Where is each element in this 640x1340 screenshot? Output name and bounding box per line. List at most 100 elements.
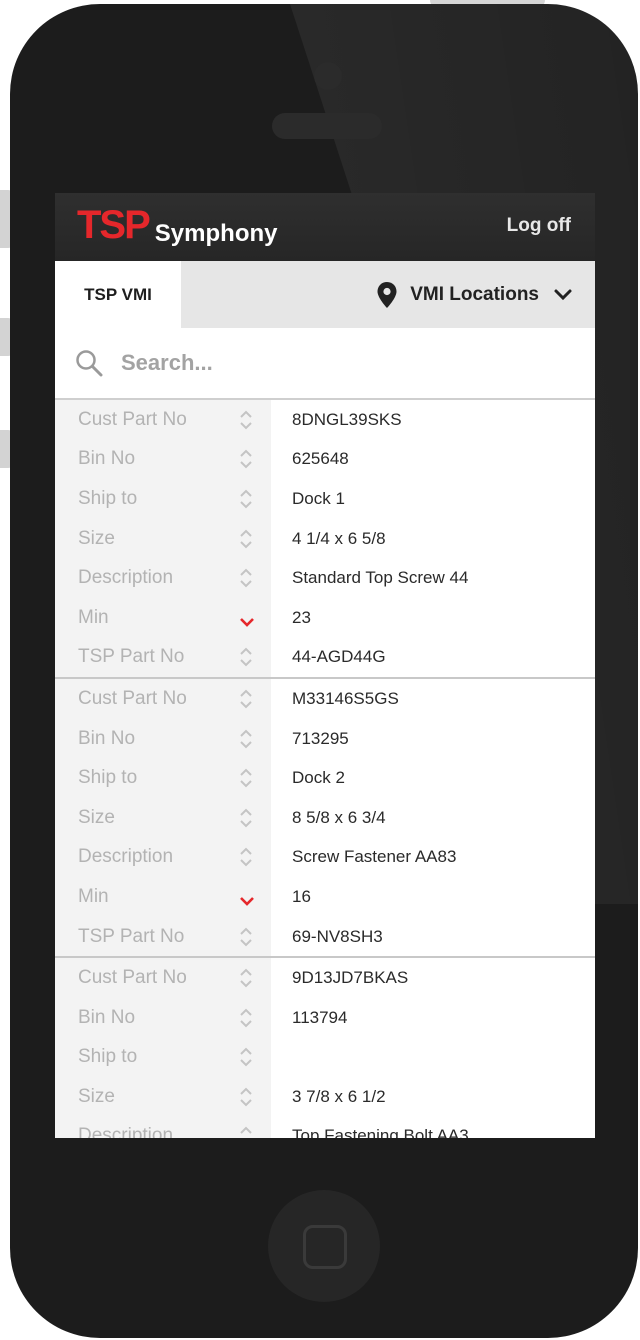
field-label-cell: Ship to	[55, 758, 271, 798]
earpiece-speaker	[272, 113, 382, 139]
field-value: 23	[292, 607, 311, 627]
field-value: 69-NV8SH3	[292, 926, 383, 946]
field-value: Dock 2	[292, 768, 345, 788]
field-label-cell: Cust Part No	[55, 400, 271, 440]
sort-icon[interactable]	[239, 567, 253, 589]
field-label-cell: Size	[55, 518, 271, 559]
field-label-cell: Description	[55, 558, 271, 598]
search-input[interactable]	[119, 349, 523, 377]
field-label-cell: TSP Part No	[55, 637, 271, 678]
tsp-symphony-logo: TSP Symphony	[77, 205, 277, 247]
field-row-description: Description Top Fastening Bolt AA3	[55, 1116, 595, 1138]
logo-symphony: Symphony	[154, 220, 278, 247]
field-row-tsp-part-no: TSP Part No 44-AGD44G	[55, 637, 595, 678]
app-header: TSP Symphony Log off	[55, 193, 595, 261]
sort-icon[interactable]	[239, 488, 253, 510]
field-label-cell: Ship to	[55, 479, 271, 519]
field-value: Dock 1	[292, 488, 345, 508]
field-label: Size	[78, 1085, 115, 1107]
sort-icon[interactable]	[239, 1007, 253, 1029]
field-value: 625648	[292, 449, 349, 469]
chevron-down-icon	[554, 289, 572, 300]
home-button	[268, 1190, 380, 1302]
field-row-cust-part-no: Cust Part No 9D13JD7BKAS	[55, 958, 595, 998]
field-label-cell: Cust Part No	[55, 679, 271, 719]
sort-icon[interactable]	[239, 646, 253, 668]
field-row-cust-part-no: Cust Part No 8DNGL39SKS	[55, 400, 595, 440]
field-label-cell: Bin No	[55, 997, 271, 1038]
sort-icon[interactable]	[239, 1086, 253, 1108]
field-label-cell: Min	[55, 877, 271, 917]
field-label-cell: Ship to	[55, 1037, 271, 1078]
field-value: Top Fastening Bolt AA3	[292, 1126, 469, 1138]
record-card: Cust Part No 8DNGL39SKS Bin No 625648 Ship t…	[55, 400, 595, 680]
field-row-bin-no: Bin No 713295	[55, 718, 595, 759]
sort-icon[interactable]	[239, 967, 253, 989]
field-value: 3 7/8 x 6 1/2	[292, 1086, 386, 1106]
field-label-cell: Size	[55, 1077, 271, 1117]
sort-icon[interactable]	[239, 1046, 253, 1068]
sort-icon[interactable]	[239, 728, 253, 750]
field-value: 44-AGD44G	[292, 647, 386, 667]
record-card: Cust Part No 9D13JD7BKAS Bin No 113794 Ship …	[55, 958, 595, 1138]
field-label: Size	[78, 527, 115, 549]
field-label: Ship to	[78, 487, 138, 509]
field-label-cell: Size	[55, 797, 271, 838]
field-label: TSP Part No	[78, 925, 185, 947]
search-icon	[76, 350, 103, 377]
field-label-cell: Description	[55, 837, 271, 878]
sort-descending-icon[interactable]	[239, 895, 255, 907]
field-label: Ship to	[78, 767, 138, 789]
sort-icon[interactable]	[239, 767, 253, 789]
field-row-tsp-part-no: TSP Part No 69-NV8SH3	[55, 916, 595, 957]
tab-bar: TSP VMI VMI Locations	[55, 261, 595, 328]
field-label: Description	[78, 1125, 174, 1138]
field-label: Min	[78, 606, 109, 628]
field-row-cust-part-no: Cust Part No M33146S5GS	[55, 679, 595, 719]
records-list: Cust Part No 8DNGL39SKS Bin No 625648 Ship t…	[55, 400, 595, 1138]
field-value: 9D13JD7BKAS	[292, 968, 409, 988]
vmi-locations-label: VMI Locations	[410, 283, 539, 305]
field-label: Bin No	[78, 448, 136, 470]
field-row-min: Min 23	[55, 597, 595, 638]
field-value: 8 5/8 x 6 3/4	[292, 807, 386, 827]
sort-icon[interactable]	[239, 409, 253, 431]
sort-icon[interactable]	[239, 448, 253, 470]
tab-tsp-vmi[interactable]: TSP VMI	[55, 261, 181, 328]
field-label-cell: Bin No	[55, 718, 271, 759]
field-label-cell: Min	[55, 597, 271, 638]
field-value	[271, 1038, 595, 1078]
sort-descending-icon[interactable]	[239, 616, 255, 628]
vmi-locations-dropdown[interactable]: VMI Locations	[376, 261, 573, 328]
field-row-ship-to: Ship to Dock 2	[55, 758, 595, 798]
sort-icon[interactable]	[239, 1125, 253, 1138]
sort-icon[interactable]	[239, 846, 253, 868]
sort-icon[interactable]	[239, 688, 253, 710]
field-value: 113794	[292, 1007, 348, 1027]
field-row-min: Min 16	[55, 877, 595, 917]
field-label: Cust Part No	[78, 408, 187, 430]
field-row-ship-to: Ship to	[55, 1037, 595, 1078]
sort-icon[interactable]	[239, 807, 253, 829]
logoff-button[interactable]: Log off	[507, 215, 571, 237]
record-card: Cust Part No M33146S5GS Bin No 713295 Ship t…	[55, 679, 595, 959]
sort-icon[interactable]	[239, 528, 253, 550]
app-screen: TSP Symphony Log off TSP VMI VMI Locatio…	[55, 193, 595, 1138]
field-label: Description	[78, 567, 174, 589]
location-pin-icon	[377, 281, 397, 308]
field-row-bin-no: Bin No 113794	[55, 997, 595, 1038]
field-label: TSP Part No	[78, 646, 185, 668]
field-label: Size	[78, 806, 115, 828]
field-row-size: Size 3 7/8 x 6 1/2	[55, 1077, 595, 1117]
field-label: Cust Part No	[78, 967, 187, 989]
field-value: 713295	[292, 728, 349, 748]
field-label-cell: TSP Part No	[55, 916, 271, 957]
field-value: 16	[292, 886, 311, 906]
field-value: 4 1/4 x 6 5/8	[292, 528, 386, 548]
sort-icon[interactable]	[239, 926, 253, 948]
field-row-ship-to: Ship to Dock 1	[55, 479, 595, 519]
field-label-cell: Bin No	[55, 439, 271, 480]
field-label: Min	[78, 885, 109, 907]
field-label-cell: Description	[55, 1116, 271, 1138]
field-value: 8DNGL39SKS	[292, 409, 402, 429]
